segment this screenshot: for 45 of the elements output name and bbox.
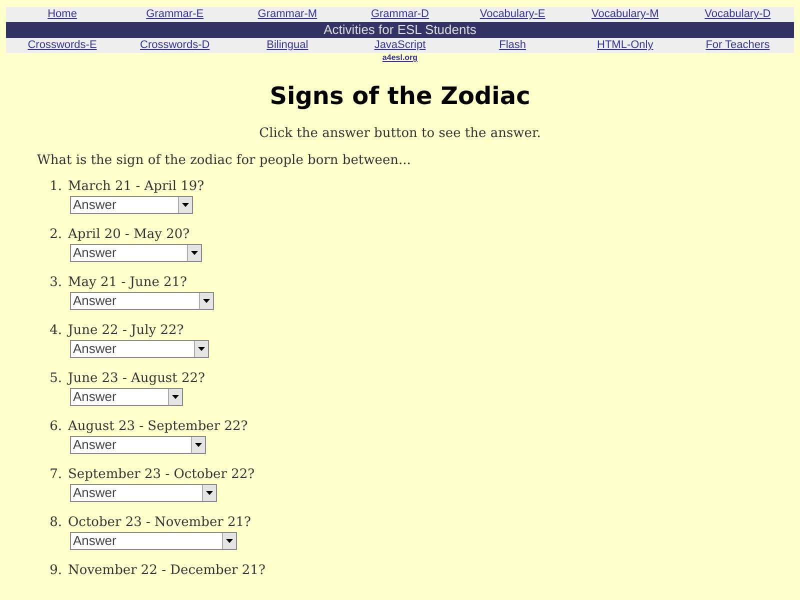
site-link[interactable]: a4esl.org xyxy=(382,53,418,62)
item-number: 6. xyxy=(48,418,63,436)
nav-link[interactable]: Vocabulary-M xyxy=(592,8,659,20)
item-number: 5. xyxy=(48,370,63,388)
item-number: 8. xyxy=(48,514,63,532)
nav-link[interactable]: Grammar-E xyxy=(146,8,204,20)
question-item: November 22 - December 21? xyxy=(68,562,266,580)
answer-dropdown[interactable]: Answer xyxy=(70,436,206,454)
question-item: June 23 - August 22? xyxy=(68,370,205,388)
question-text: What is the sign of the zodiac for people born between... xyxy=(37,152,412,170)
nav-link[interactable]: For Teachers xyxy=(706,39,770,51)
item-number: 2. xyxy=(48,226,63,244)
nav-link[interactable]: Vocabulary-E xyxy=(480,8,546,20)
item-number: 9. xyxy=(48,562,63,580)
nav-link[interactable]: Home xyxy=(48,8,77,20)
nav-link[interactable]: JavaScript xyxy=(374,39,426,51)
nav-link[interactable]: Grammar-M xyxy=(258,8,318,20)
item-number: 4. xyxy=(48,322,63,340)
nav-link[interactable]: HTML-Only xyxy=(597,39,654,51)
answer-dropdown[interactable]: Answer xyxy=(70,532,237,550)
question-item: August 23 - September 22? xyxy=(68,418,248,436)
question-item: September 23 - October 22? xyxy=(68,466,255,484)
nav-link[interactable]: Crosswords-E xyxy=(28,39,97,51)
nav-link[interactable]: Vocabulary-D xyxy=(704,8,771,20)
banner: Activities for ESL Students xyxy=(6,22,794,38)
answer-dropdown[interactable]: Answer xyxy=(70,484,217,502)
nav-link[interactable]: Crosswords-D xyxy=(140,39,210,51)
question-item: April 20 - May 20? xyxy=(68,226,190,244)
question-item: March 21 - April 19? xyxy=(68,178,204,196)
answer-dropdown[interactable]: Answer xyxy=(70,340,209,358)
page-title: Signs of the Zodiac xyxy=(268,81,532,111)
nav-link[interactable]: Bilingual xyxy=(266,39,308,51)
question-item: June 22 - July 22? xyxy=(68,322,184,340)
question-item: October 23 - November 21? xyxy=(68,514,251,532)
item-number: 1. xyxy=(48,178,63,196)
instruction-text: Click the answer button to see the answer. xyxy=(258,125,542,143)
item-number: 3. xyxy=(48,274,63,292)
answer-dropdown[interactable]: Answer xyxy=(70,196,193,214)
question-item: May 21 - June 21? xyxy=(68,274,188,292)
answer-dropdown[interactable]: Answer xyxy=(70,292,214,310)
nav-link[interactable]: Flash xyxy=(499,39,526,51)
answer-dropdown[interactable]: Answer xyxy=(70,388,183,406)
answer-dropdown[interactable]: Answer xyxy=(70,244,202,262)
nav-link[interactable]: Grammar-D xyxy=(370,8,430,20)
item-number: 7. xyxy=(48,466,63,484)
